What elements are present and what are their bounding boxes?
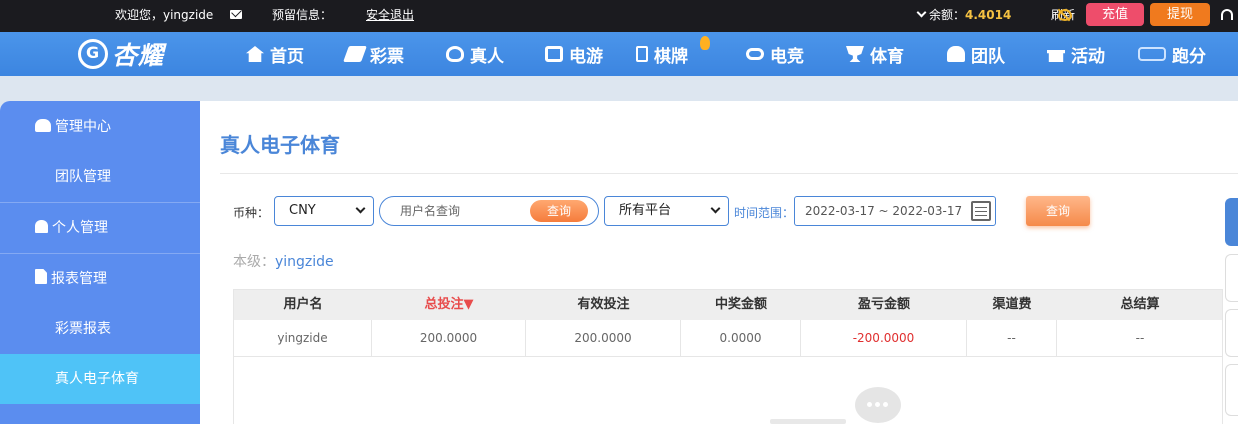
sidebar-item-personal-management[interactable]: 个人管理	[0, 203, 200, 253]
sidebar: 管理中心 团队管理 个人管理 报表管理 彩票报表 真人电子体育	[0, 101, 200, 424]
cell-valid-bet: 200.0000	[526, 320, 681, 356]
nav-item-run-points[interactable]: 跑分	[1138, 32, 1206, 76]
sidebar-item-team-management[interactable]: 团队管理	[0, 152, 200, 202]
cell-total-bet: 200.0000	[372, 320, 526, 356]
gamepad-icon	[746, 48, 764, 60]
nav-item-esports[interactable]: 电竞	[746, 32, 804, 76]
mail-icon[interactable]	[230, 10, 242, 19]
trophy-icon	[846, 46, 864, 62]
report-icon	[35, 269, 47, 284]
top-bar: 欢迎您，yingzide 预留信息： 安全退出 余额： 4.4014 刷新 充值…	[0, 0, 1238, 32]
nav-item-activity[interactable]: 活动	[1047, 32, 1105, 76]
home-icon	[246, 46, 264, 62]
username-search-input[interactable]	[380, 197, 530, 225]
chevron-down-icon	[355, 203, 366, 214]
chess-card-icon	[636, 46, 648, 62]
brand-logo[interactable]: 杏耀	[78, 36, 164, 72]
current-level: 本级：yingzide	[233, 254, 334, 270]
balance-value: 4.4014	[965, 8, 1012, 22]
hot-flame-icon	[700, 36, 710, 50]
table-row: yingzide 200.0000 200.0000 0.0000 -200.0…	[234, 320, 1222, 357]
time-range-label: 时间范围：	[734, 206, 795, 220]
cell-win-amount: 0.0000	[681, 320, 801, 356]
column-header-channel-fee: 渠道费	[992, 297, 1032, 312]
column-header-total-bet[interactable]: 总投注▼	[372, 290, 526, 320]
empty-placeholder-bar	[770, 419, 846, 424]
table-empty-area	[233, 357, 1223, 424]
column-header-profit-loss: 盈亏金额	[857, 297, 910, 312]
sidebar-item-management-center[interactable]: 管理中心	[0, 102, 200, 152]
withdraw-button[interactable]: 提现	[1150, 3, 1210, 26]
main-panel: 真人电子体育 币种： CNY 查询 所有平台 时间范围： 2022-03-17 …	[200, 101, 1238, 424]
column-header-win-amount: 中奖金额	[714, 297, 767, 312]
date-range-input[interactable]: 2022-03-17 ~ 2022-03-17	[794, 196, 996, 226]
balance-label: 余额：	[929, 8, 966, 22]
query-button[interactable]: 查询	[1026, 196, 1090, 226]
column-header-valid-bet: 有效投注	[577, 297, 630, 312]
column-header-username: 用户名	[283, 297, 323, 312]
currency-label: 币种：	[233, 206, 270, 220]
username-search-button[interactable]: 查询	[530, 200, 588, 222]
empty-chat-icon	[855, 387, 901, 423]
sidebar-item-report-management[interactable]: 报表管理	[0, 254, 200, 304]
sidebar-item-live-electronic-sports[interactable]: 真人电子体育	[0, 354, 200, 404]
run-points-icon	[1138, 47, 1166, 61]
floating-tab[interactable]	[1225, 254, 1238, 302]
person-icon	[35, 220, 48, 233]
lottery-icon	[343, 46, 367, 62]
title-divider	[220, 173, 1238, 174]
slot-machine-icon	[545, 46, 563, 62]
live-dealer-icon	[446, 46, 464, 62]
customer-service-icon[interactable]	[1221, 9, 1233, 20]
report-table: 用户名 总投注▼ 有效投注 中奖金额 盈亏金额 渠道费 总结算 yingzide…	[233, 289, 1223, 357]
cell-username[interactable]: yingzide	[234, 320, 372, 356]
username-search: 查询	[379, 196, 599, 226]
cell-channel-fee: --	[967, 320, 1057, 356]
table-header: 用户名 总投注▼ 有效投注 中奖金额 盈亏金额 渠道费 总结算	[234, 290, 1222, 320]
nav-item-sports[interactable]: 体育	[846, 32, 904, 76]
floating-tab[interactable]	[1225, 309, 1238, 357]
hide-balance-icon[interactable]	[1058, 9, 1072, 21]
cell-profit-loss: -200.0000	[801, 320, 967, 356]
nav-item-home[interactable]: 首页	[246, 32, 304, 76]
nav-item-team[interactable]: 团队	[947, 32, 1005, 76]
chevron-down-icon[interactable]	[916, 7, 927, 18]
chevron-down-icon	[710, 203, 721, 214]
cell-total-settlement: --	[1135, 331, 1145, 345]
floating-promo-tab[interactable]	[1225, 198, 1238, 246]
logo-icon	[78, 39, 108, 69]
welcome-text: 欢迎您，yingzide	[115, 8, 214, 22]
calendar-icon[interactable]	[971, 201, 991, 221]
reserved-message-label: 预留信息：	[272, 8, 333, 22]
sidebar-item-lottery-report[interactable]: 彩票报表	[0, 304, 200, 354]
column-header-total-settlement: 总结算	[1120, 297, 1160, 312]
level-username-link[interactable]: yingzide	[275, 254, 334, 270]
team-icon	[35, 119, 51, 132]
nav-item-lottery[interactable]: 彩票	[343, 32, 404, 76]
page-title: 真人电子体育	[220, 133, 340, 157]
recharge-button[interactable]: 充值	[1086, 3, 1144, 26]
brand-name: 杏耀	[112, 41, 165, 70]
nav-item-slots[interactable]: 电游	[545, 32, 603, 76]
currency-select[interactable]: CNY	[274, 196, 374, 226]
main-nav: 杏耀 首页 彩票 真人 电游 棋牌 电竞 体育 团队 活动 跑分	[0, 32, 1238, 76]
platform-select[interactable]: 所有平台	[604, 196, 729, 226]
team-icon	[947, 46, 965, 62]
nav-item-live[interactable]: 真人	[446, 32, 504, 76]
gift-icon	[1047, 50, 1065, 62]
logout-link[interactable]: 安全退出	[366, 0, 414, 32]
floating-tab[interactable]	[1225, 364, 1238, 416]
nav-item-chess[interactable]: 棋牌	[636, 32, 688, 76]
